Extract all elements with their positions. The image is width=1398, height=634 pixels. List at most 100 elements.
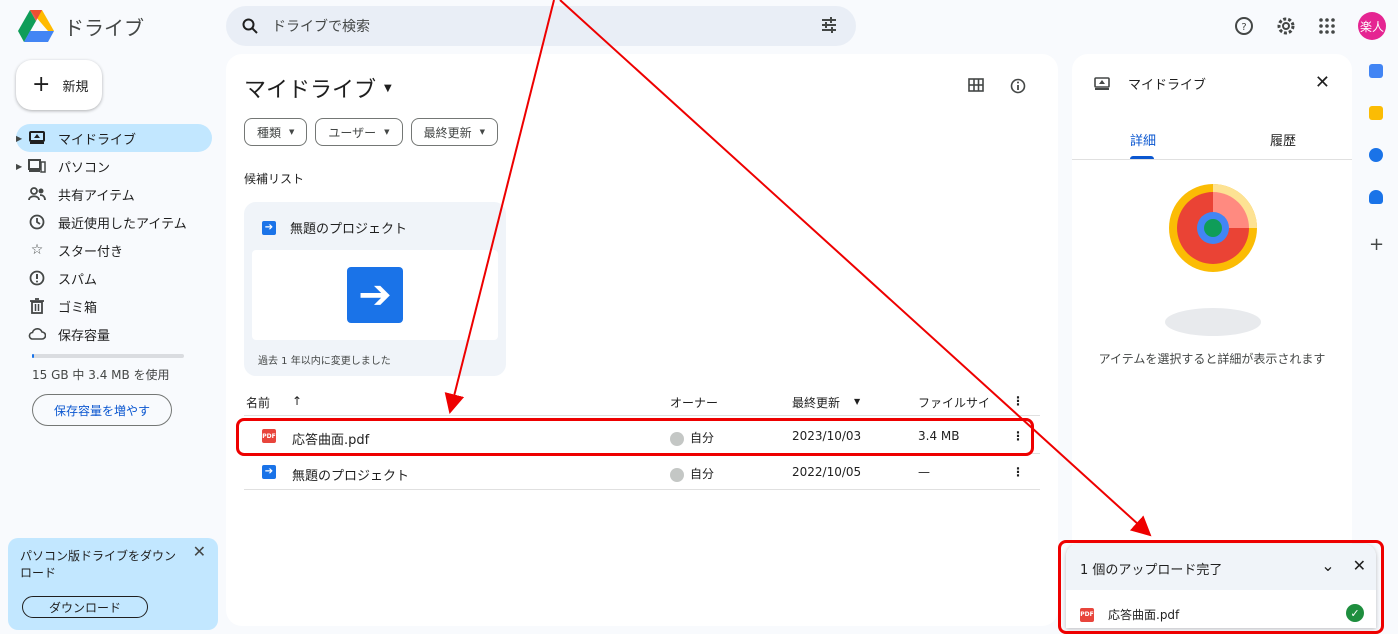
help-icon[interactable]: ? [1234, 16, 1254, 36]
svg-text:?: ? [1241, 22, 1246, 33]
computer-icon [28, 157, 46, 175]
dropdown-arrow-icon: ▼ [384, 128, 390, 136]
tab-activity[interactable]: 履歴 [1270, 130, 1296, 149]
sidebar-item-trash[interactable]: ゴミ箱 [16, 292, 212, 320]
card-thumbnail: ➔ [252, 250, 498, 340]
details-tabs: 詳細 履歴 [1072, 120, 1352, 160]
column-size[interactable]: ファイルサイ [918, 394, 990, 411]
project-icon: ➔ [262, 465, 276, 479]
search-input[interactable]: ドライブで検索 [272, 16, 370, 36]
drive-logo-icon [18, 10, 54, 42]
plus-icon: + [32, 72, 51, 97]
sidebar-item-label: スパム [58, 272, 98, 288]
grid-view-icon[interactable] [968, 78, 984, 92]
search-bar[interactable]: ドライブで検索 [226, 6, 856, 46]
suggested-file-card[interactable]: ➔ 無題のプロジェクト ➔ 過去 1 年以内に変更しました [244, 202, 506, 376]
trash-icon [28, 297, 46, 315]
tasks-icon[interactable] [1369, 148, 1383, 162]
details-empty-message: アイテムを選択すると詳細が表示されます [1098, 352, 1326, 366]
more-vert-icon[interactable]: ⋮ [1012, 394, 1024, 408]
project-large-icon: ➔ [347, 267, 403, 323]
sort-down-icon[interactable]: ▼ [854, 397, 860, 406]
contacts-icon[interactable] [1369, 190, 1383, 204]
sidebar-item-starred[interactable]: ☆ スター付き [16, 236, 212, 264]
owner-avatar-icon [670, 467, 684, 482]
table-row[interactable]: ➔ 無題のプロジェクト 自分 2022/10/05 — ⋮ [244, 454, 1040, 490]
chip-label: 種類 [257, 125, 282, 140]
filter-people-chip[interactable]: ユーザー ▼ [315, 118, 403, 146]
desktop-download-promo: パソコン版ドライブをダウンロード ✕ ダウンロード [8, 538, 218, 630]
sidebar-item-computers[interactable]: ▶ パソコン [16, 152, 212, 180]
storage-usage-bar [32, 354, 184, 358]
filter-type-chip[interactable]: 種類 ▼ [244, 118, 308, 146]
apps-grid-icon[interactable] [1318, 17, 1336, 35]
close-icon[interactable]: ✕ [1315, 72, 1330, 93]
info-icon[interactable] [1010, 78, 1026, 94]
settings-gear-icon[interactable] [1276, 16, 1296, 36]
sidebar-item-storage[interactable]: 保存容量 [16, 320, 212, 348]
more-vert-icon[interactable]: ⋮ [1012, 465, 1024, 479]
sidebar-item-label: スター付き [58, 244, 124, 260]
promo-text: パソコン版ドライブをダウンロード [20, 549, 177, 580]
expand-triangle-icon[interactable]: ▶ [16, 162, 22, 171]
tab-details[interactable]: 詳細 [1130, 130, 1156, 149]
file-owner: 自分 [670, 465, 714, 482]
side-apps-strip: + [1364, 64, 1388, 280]
storage-usage-text: 15 GB 中 3.4 MB を使用 [32, 368, 170, 382]
dropdown-arrow-icon: ▼ [289, 128, 295, 136]
column-modified[interactable]: 最終更新 [792, 394, 840, 411]
keep-icon[interactable] [1369, 106, 1383, 120]
file-modified: 2022/10/05 [792, 465, 862, 479]
sidebar-nav: ▶ マイドライブ ▶ パソコン 共有アイテム 最近使用したアイテム ☆ スター付… [16, 124, 212, 348]
highlight-box-file-row [236, 418, 1034, 456]
suggested-label: 候補リスト [244, 172, 305, 186]
page-title[interactable]: マイドライブ ▼ [244, 72, 392, 104]
calendar-icon[interactable] [1369, 64, 1383, 78]
sidebar-item-label: ゴミ箱 [58, 300, 98, 316]
search-icon[interactable] [242, 18, 258, 34]
dropdown-arrow-icon: ▼ [479, 128, 485, 136]
get-more-storage-button[interactable]: 保存容量を増やす [32, 394, 172, 426]
expand-triangle-icon[interactable]: ▶ [16, 134, 22, 143]
caret-down-icon: ▼ [384, 82, 392, 94]
card-title: ➔ 無題のプロジェクト [262, 218, 407, 237]
card-title-text: 無題のプロジェクト [290, 222, 408, 237]
sidebar-item-shared[interactable]: 共有アイテム [16, 180, 212, 208]
spam-icon [28, 269, 46, 287]
sidebar-item-label: 共有アイテム [58, 188, 135, 204]
account-avatar[interactable]: 楽人 [1358, 12, 1386, 40]
project-icon: ➔ [262, 220, 276, 235]
sidebar-item-label: マイドライブ [58, 132, 137, 148]
file-size: — [918, 465, 930, 479]
sort-up-arrow-icon[interactable]: ↑ [292, 394, 302, 408]
new-button-label: 新規 [62, 79, 89, 95]
search-options-icon[interactable] [820, 16, 838, 34]
app-title: ドライブ [64, 15, 144, 40]
sidebar-item-label: 保存容量 [58, 328, 111, 344]
sidebar-item-spam[interactable]: スパム [16, 264, 212, 292]
storage-usage-fill [32, 354, 34, 358]
sidebar-item-recent[interactable]: 最近使用したアイテム [16, 208, 212, 236]
column-owner[interactable]: オーナー [670, 394, 718, 411]
filter-modified-chip[interactable]: 最終更新 ▼ [410, 118, 498, 146]
shared-icon [28, 185, 46, 203]
drive-logo[interactable]: ドライブ [18, 10, 144, 42]
clock-icon [28, 213, 46, 231]
chip-label: 最終更新 [423, 125, 472, 140]
filter-chips: 種類 ▼ ユーザー ▼ 最終更新 ▼ [244, 118, 498, 146]
page-title-text: マイドライブ [244, 78, 377, 103]
top-right-icons: ? 楽人 [1234, 12, 1386, 40]
my-drive-icon [28, 129, 46, 147]
cloud-icon [28, 325, 46, 343]
new-button[interactable]: + 新規 [16, 60, 102, 110]
download-button[interactable]: ダウンロード [22, 596, 148, 618]
card-meta: 過去 1 年以内に変更しました [258, 356, 391, 367]
column-name[interactable]: 名前 [246, 394, 270, 411]
highlight-box-upload-toast [1058, 540, 1384, 634]
close-icon[interactable]: ✕ [193, 542, 206, 561]
sidebar-item-my-drive[interactable]: ▶ マイドライブ [16, 124, 212, 152]
file-table-header: 名前 ↑ オーナー 最終更新 ▼ ファイルサイ ⋮ [244, 386, 1040, 416]
details-header: マイドライブ [1094, 74, 1206, 93]
add-addon-icon[interactable]: + [1369, 236, 1384, 254]
empty-state-illustration [1165, 184, 1261, 336]
